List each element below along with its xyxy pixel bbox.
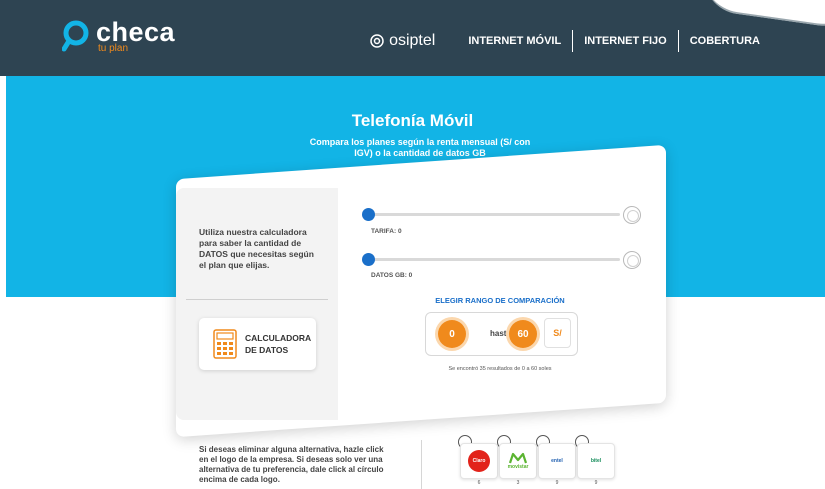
main-navigation: osiptel INTERNET MÓVIL INTERNET FIJO COB…: [370, 30, 771, 52]
magnifier-logo-icon: [61, 20, 92, 52]
calculator-button[interactable]: CALCULADORA DE DATOS: [199, 318, 316, 370]
tarifa-slider-max-handle[interactable]: [623, 206, 641, 224]
movistar-wordmark: movistar: [507, 464, 529, 470]
range-to-word: hasta: [490, 329, 511, 338]
claro-logo-icon: Claro: [468, 450, 490, 472]
tarifa-caption: TARIFA: 0: [371, 228, 402, 235]
datos-slider-max-handle[interactable]: [623, 251, 641, 269]
tarifa-slider-handle[interactable]: [362, 208, 375, 221]
operator-count-claro: 6: [477, 480, 481, 486]
operator-count-movistar: 3: [516, 480, 520, 486]
calculator-icon: [213, 329, 237, 359]
section-divider: [421, 440, 422, 489]
operator-count-entel: 9: [555, 480, 559, 486]
bitel-logo-icon: bitel: [590, 458, 602, 464]
checa-tu-plan-logo[interactable]: checa tu plan: [61, 17, 176, 54]
osiptel-label: osiptel: [389, 32, 436, 49]
operator-logo-claro[interactable]: Claro: [460, 443, 498, 479]
operator-logo-bitel[interactable]: bitel: [577, 443, 615, 479]
nav-cobertura[interactable]: COBERTURA: [679, 33, 771, 49]
range-to-value[interactable]: 60: [509, 320, 537, 348]
calculator-intro: Utiliza nuestra calculadora para saber l…: [199, 227, 314, 270]
datos-caption: DATOS GB: 0: [371, 272, 413, 279]
datos-slider-track[interactable]: [368, 258, 620, 261]
nav-internet-movil[interactable]: INTERNET MÓVIL: [457, 33, 572, 49]
calculator-panel: [176, 188, 338, 420]
operator-count-bitel: 9: [594, 480, 598, 486]
datos-slider-handle[interactable]: [362, 253, 375, 266]
entel-logo-icon: entel: [551, 458, 563, 464]
logo-wordmark: checa: [96, 17, 176, 47]
panel-divider: [186, 299, 328, 300]
nav-internet-fijo[interactable]: INTERNET FIJO: [573, 33, 678, 49]
osiptel-logo[interactable]: osiptel: [370, 32, 435, 50]
tarifa-slider-track[interactable]: [368, 213, 620, 216]
calculator-button-label: CALCULADORA DE DATOS: [245, 333, 311, 355]
range-title: ELEGIR RANGO DE COMPARACIÓN: [435, 296, 565, 305]
movistar-logo-icon: [509, 452, 527, 464]
results-count: Se encontró 35 resultados de 0 a 60 sole…: [448, 366, 552, 372]
osiptel-emblem-icon: [370, 34, 384, 48]
operator-logo-movistar[interactable]: movistar: [499, 443, 537, 479]
page-title: Telefonía Móvil: [351, 111, 474, 130]
operator-instructions: Si deseas eliminar alguna alternativa, h…: [199, 445, 384, 484]
operator-logo-entel[interactable]: entel: [538, 443, 576, 479]
range-from-value[interactable]: 0: [438, 320, 466, 348]
currency-toggle[interactable]: S/: [544, 318, 571, 348]
